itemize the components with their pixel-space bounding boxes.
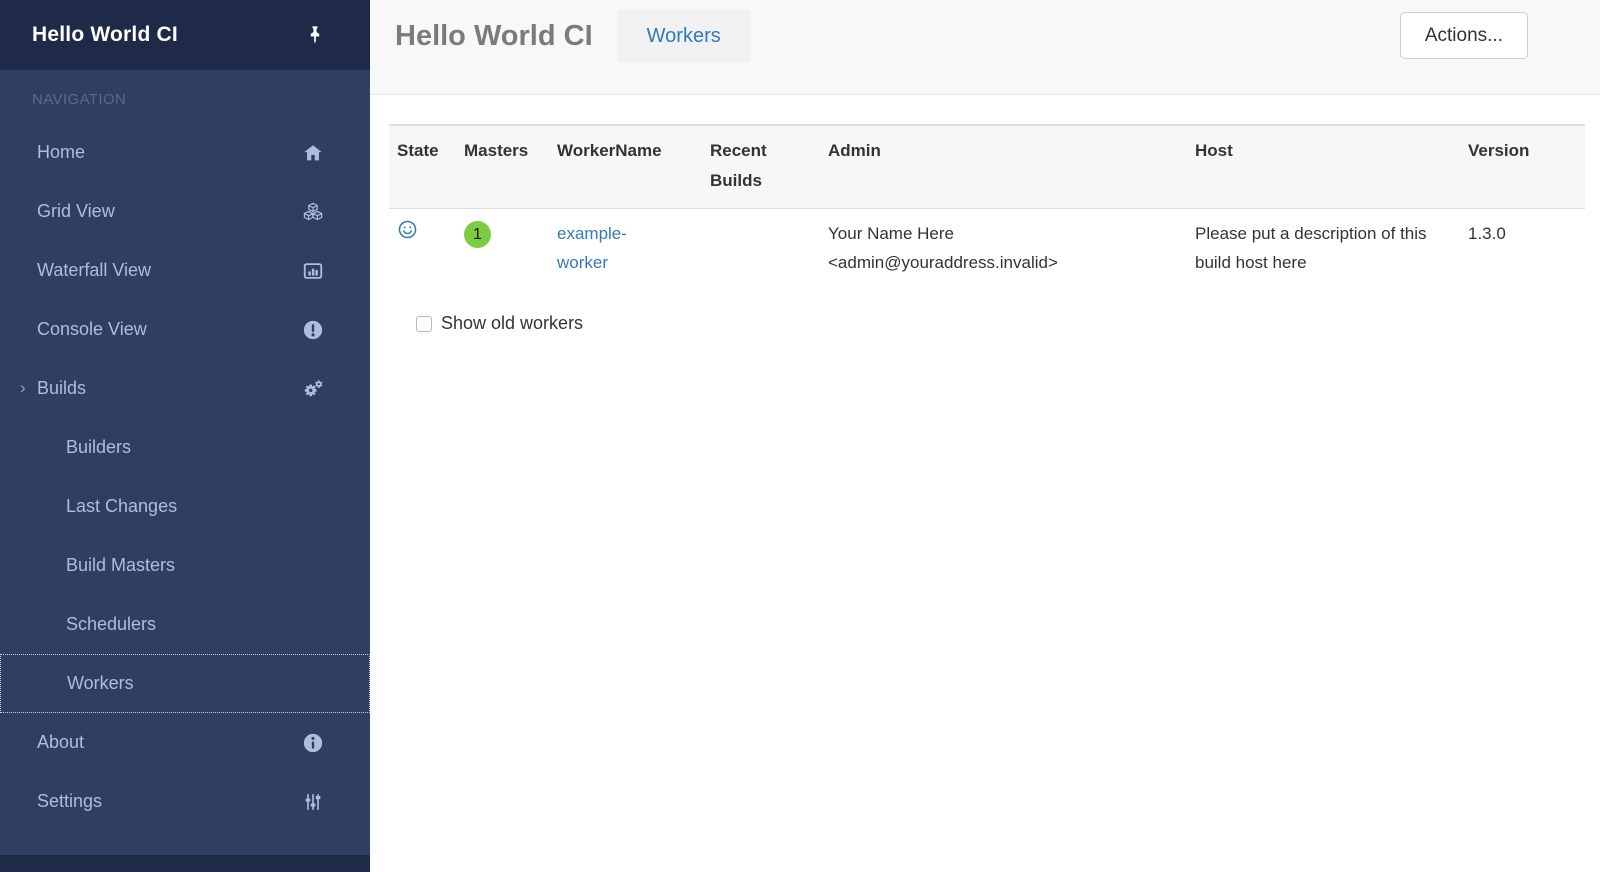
sidebar-header: Hello World CI (0, 0, 370, 70)
sidebar-item-last-changes[interactable]: Last Changes (0, 477, 370, 536)
sidebar-item-waterfall-view[interactable]: Waterfall View (0, 241, 370, 300)
page-title: Hello World CI (395, 10, 593, 62)
thumbtack-icon[interactable] (304, 24, 326, 46)
sidebar-item-workers[interactable]: Workers (0, 654, 370, 713)
sidebar-item-schedulers[interactable]: Schedulers (0, 595, 370, 654)
sidebar-item-label: Last Changes (66, 496, 177, 517)
host-cell: Please put a description of this build h… (1187, 209, 1460, 288)
col-version: Version (1460, 125, 1585, 209)
col-masters: Masters (456, 125, 549, 209)
sidebar-item-home[interactable]: Home (0, 123, 370, 182)
sidebar: Hello World CI NAVIGATION Home Grid View (0, 0, 370, 872)
cogs-icon (302, 378, 324, 400)
workers-content: State Masters WorkerName Recent Builds A… (370, 95, 1600, 334)
chevron-right-icon: › (20, 378, 26, 398)
exclamation-circle-icon (302, 319, 324, 341)
table-header-row: State Masters WorkerName Recent Builds A… (389, 125, 1585, 209)
sidebar-item-label: Settings (37, 791, 102, 812)
info-circle-icon (302, 732, 324, 754)
sidebar-item-label: Build Masters (66, 555, 175, 576)
masters-count-badge: 1 (464, 221, 491, 248)
sidebar-item-builders[interactable]: Builders (0, 418, 370, 477)
page-header: Hello World CI Workers Actions... (370, 0, 1600, 95)
sidebar-item-label: Waterfall View (37, 260, 151, 281)
version-cell: 1.3.0 (1460, 209, 1585, 288)
sidebar-item-builds[interactable]: › Builds (0, 359, 370, 418)
app-window: Hello World CI NAVIGATION Home Grid View (0, 0, 1600, 872)
sidebar-footer-strip (0, 855, 370, 872)
sidebar-item-label: Builders (66, 437, 131, 458)
breadcrumb-workers[interactable]: Workers (617, 10, 751, 62)
sidebar-item-label: Schedulers (66, 614, 156, 635)
cubes-icon (302, 201, 324, 223)
main-content: Hello World CI Workers Actions... State … (370, 0, 1600, 872)
recent-builds-cell (702, 209, 820, 288)
sidebar-item-about[interactable]: About (0, 713, 370, 772)
sidebar-item-label: Builds (37, 378, 86, 399)
col-recent-builds: Recent Builds (702, 125, 820, 209)
sidebar-item-settings[interactable]: Settings (0, 772, 370, 831)
sidebar-item-build-masters[interactable]: Build Masters (0, 536, 370, 595)
col-host: Host (1187, 125, 1460, 209)
col-workername: WorkerName (549, 125, 702, 209)
home-icon (302, 142, 324, 164)
worker-name-link[interactable]: example-worker (557, 219, 657, 277)
app-title[interactable]: Hello World CI (32, 23, 304, 47)
table-row: 1 example-worker Your Name Here <admin@y… (389, 209, 1585, 288)
sidebar-item-console-view[interactable]: Console View (0, 300, 370, 359)
workers-table: State Masters WorkerName Recent Builds A… (389, 124, 1585, 287)
sliders-icon (302, 791, 324, 813)
sidebar-item-label: Home (37, 142, 85, 163)
admin-cell: Your Name Here <admin@youraddress.invali… (820, 209, 1187, 288)
actions-button[interactable]: Actions... (1400, 12, 1528, 59)
bar-chart-icon (302, 260, 324, 282)
sidebar-item-label: Workers (67, 673, 134, 694)
col-state: State (389, 125, 456, 209)
nav-section-label: NAVIGATION (32, 88, 370, 123)
sidebar-item-label: Grid View (37, 201, 115, 222)
nav-list: Home Grid View Waterfall View (0, 123, 370, 831)
sidebar-item-grid-view[interactable]: Grid View (0, 182, 370, 241)
smiley-icon (397, 219, 448, 240)
show-old-workers-row: Show old workers (416, 313, 1585, 334)
sidebar-item-label: About (37, 732, 84, 753)
show-old-workers-label[interactable]: Show old workers (441, 313, 583, 334)
col-admin: Admin (820, 125, 1187, 209)
sidebar-item-label: Console View (37, 319, 147, 340)
show-old-workers-checkbox[interactable] (416, 316, 432, 332)
